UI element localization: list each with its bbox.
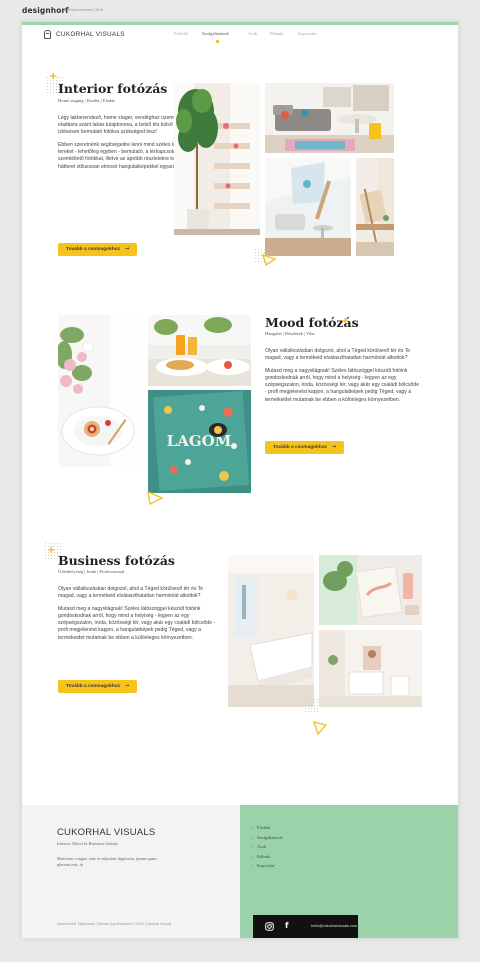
instagram-icon[interactable] <box>265 922 274 931</box>
footer-link-about[interactable]: › Rólunk <box>252 854 283 864</box>
mood-paragraph-1: Olyan vállalkozásban dolgozol, ahol a Té… <box>265 348 411 362</box>
mood-paragraph-2: Mutasd meg a nagyvilágnak! Széles látósz… <box>265 368 420 403</box>
footer-link-services[interactable]: › Szolgáltatások <box>252 835 283 845</box>
business-photo-office <box>319 630 422 707</box>
footer-description: Maecenas congue, ante et vulputate digni… <box>57 856 157 867</box>
nav-prices[interactable]: Árak <box>248 31 257 36</box>
business-photo-salon-bed <box>228 555 314 707</box>
footer-link-label: Kapcsolat <box>257 863 275 868</box>
footer-copyright: Adatvédelmi Tájékoztató | Minden jog fen… <box>57 922 172 926</box>
camera-logo-icon[interactable] <box>44 30 51 39</box>
nav-home[interactable]: Főoldal <box>174 31 188 36</box>
footer-link-label: Szolgáltatások <box>257 834 283 840</box>
mood-photo-lagom-book: LAGOM <box>148 390 251 493</box>
footer-link-home[interactable]: › Főoldal <box>252 825 283 835</box>
section-title-interior: Interior fotózás <box>58 81 168 96</box>
portfolio-header: designhorf Art Cukor-tervezet | 2019 <box>0 0 480 20</box>
plus-decor-icon: + <box>341 316 350 327</box>
footer-link-label: Árak <box>257 844 266 849</box>
mood-cta-label: Tovább a csomagokhoz <box>273 445 328 450</box>
section-body-mood: Olyan vállalkozásban dolgozol, ahol a Té… <box>265 348 421 410</box>
business-cta-label: Tovább a csomagokhoz <box>66 684 121 689</box>
nav-active-indicator <box>216 40 219 43</box>
footer-link-prices[interactable]: › Árak <box>252 844 283 854</box>
footer-tagline: Interior, Mood és Business fotózás <box>57 841 118 846</box>
mood-photo-breakfast <box>148 315 251 386</box>
nav-contact[interactable]: Kapcsolat <box>298 31 316 36</box>
footer-right: › Főoldal › Szolgáltatások › Árak › Rólunk ›… <box>240 805 458 938</box>
footer-left: CUKORHAL VISUALS Interior, Mood és Busin… <box>22 805 240 938</box>
mood-cta-button[interactable]: Tovább a csomagokhoz → <box>265 441 345 454</box>
interior-cta-label: Tovább a csomagokhoz <box>66 247 121 252</box>
plus-decor-icon: + <box>49 71 58 82</box>
interior-photo-desk <box>356 158 394 256</box>
business-cta-button[interactable]: Tovább a csomagokhoz → <box>58 680 138 693</box>
footer-link-label: Rólunk <box>257 853 270 859</box>
website-mockup: CUKORHAL VISUALS Főoldal Szolgáltatások … <box>22 22 458 938</box>
mood-photo-flowers-cake <box>58 315 144 467</box>
footer-nav: › Főoldal › Szolgáltatások › Árak › Rólunk ›… <box>252 825 283 873</box>
facebook-icon[interactable]: f <box>285 921 288 931</box>
section-title-business: Business fotózás <box>58 553 175 568</box>
decor-dot-grid <box>304 698 320 714</box>
portfolio-brand: designhorf <box>22 6 69 15</box>
business-photo-cosmetics <box>319 555 422 625</box>
plus-decor-icon: + <box>47 545 56 556</box>
footer-link-label: Főoldal <box>257 825 271 830</box>
footer-social-bar: f hello@cukorhalvisuals.com <box>253 915 358 938</box>
footer-email-link[interactable]: hello@cukorhalvisuals.com <box>311 924 357 928</box>
business-paragraph-2: Mutasd meg a nagyvilágnak! Széles látósz… <box>58 606 216 641</box>
nav-about[interactable]: Rólunk <box>270 31 284 36</box>
interior-photo-living-room <box>265 83 394 153</box>
arrow-right-icon: → <box>125 246 130 252</box>
interior-photo-plant-shelf <box>174 83 260 235</box>
nav-services[interactable]: Szolgáltatások <box>202 31 229 36</box>
interior-cta-button[interactable]: Tovább a csomagokhoz → <box>58 243 138 256</box>
site-logo-text[interactable]: CUKORHAL VISUALS <box>56 31 125 38</box>
arrow-right-icon: → <box>332 444 337 450</box>
portfolio-caption: Art Cukor-tervezet | 2019 <box>63 8 104 12</box>
interior-photo-attic-room <box>265 158 351 256</box>
section-subtitle-interior: Home staging | Kiadás | Eladás <box>58 98 116 103</box>
top-accent-line <box>22 22 458 25</box>
section-subtitle-business: Üzlethelyiség | Iroda | Professzional <box>58 569 125 574</box>
arrow-right-icon: → <box>125 683 130 689</box>
footer-logo-text[interactable]: CUKORHAL VISUALS <box>57 827 155 838</box>
section-subtitle-mood: Hangulat | Részletek | Vibe <box>265 331 315 336</box>
footer-link-contact[interactable]: › Kapcsolat <box>252 863 283 873</box>
section-body-business: Olyan vállalkozásban dolgozol, ahol a Té… <box>58 586 216 648</box>
business-paragraph-1: Olyan vállalkozásban dolgozol, ahol a Té… <box>58 586 204 600</box>
